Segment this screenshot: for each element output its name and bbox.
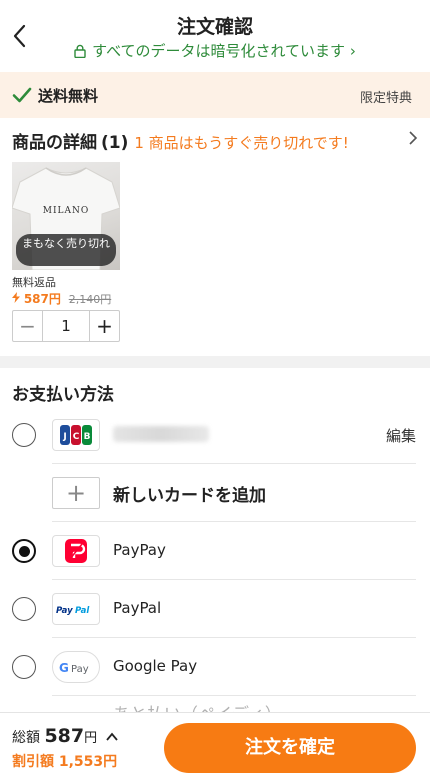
order-total[interactable]: 総額 587円 (12, 725, 118, 747)
add-new-card-label: 新しいカードを追加 (113, 486, 266, 506)
checkout-bar: 総額 587円 割引額 1,553円 注文を確定 (0, 712, 430, 782)
free-shipping-bar: 送料無料 限定特典 (0, 72, 430, 118)
paypay-label: PayPay (113, 541, 166, 559)
masked-card-number (113, 426, 209, 442)
radio-button[interactable] (12, 423, 36, 447)
radio-button-selected[interactable] (12, 539, 36, 563)
quantity-stepper: − 1 + (12, 310, 120, 342)
increase-quantity-button[interactable]: + (89, 311, 119, 341)
page-title: 注文確認 (176, 16, 253, 38)
product-image[interactable]: MILANO まもなく売り切れ (12, 162, 120, 270)
payment-option-google-pay[interactable]: G Pay Google Pay (0, 638, 430, 696)
svg-text:Pal: Pal (75, 606, 90, 616)
original-price: 2,140円 (68, 293, 112, 306)
free-return-label: 無料返品 (12, 276, 56, 289)
lock-icon (74, 44, 86, 58)
section-divider (0, 356, 430, 368)
chevron-right-icon (408, 130, 418, 151)
total-unit: 円 (84, 731, 98, 746)
edit-card-button[interactable]: 編集 (386, 425, 416, 446)
add-new-card-row[interactable]: + 新しいカードを追加 (0, 464, 430, 522)
svg-text:Pay: Pay (56, 606, 73, 616)
payment-option-paypay[interactable]: PayPay (0, 522, 430, 580)
decrease-quantity-button[interactable]: − (13, 311, 43, 341)
check-icon (12, 87, 32, 103)
free-shipping-label: 送料無料 (38, 87, 99, 105)
svg-text:J: J (62, 432, 66, 442)
discount-amount: 割引額 1,553円 (12, 751, 117, 771)
paypal-logo: Pay Pal (52, 593, 100, 625)
radio-button[interactable] (12, 655, 36, 679)
header: 注文確認 すべてのデータは暗号化されています › (0, 0, 430, 72)
security-text: すべてのデータは暗号化されています (92, 42, 346, 60)
paypay-logo (52, 535, 100, 567)
product-details-header[interactable]: 商品の詳細 (1) 1 商品はもうすぐ売り切れです! (12, 128, 418, 153)
svg-text:G: G (59, 661, 69, 675)
google-pay-label: Google Pay (113, 657, 198, 675)
discount-value: 1,553円 (58, 754, 118, 770)
total-label: 総額 (12, 730, 40, 746)
row-divider (52, 695, 416, 696)
google-pay-logo: G Pay (52, 651, 100, 683)
chevron-up-icon (105, 730, 118, 746)
shirt-brand-text: MILANO (42, 206, 90, 216)
quantity-value[interactable]: 1 (43, 311, 89, 341)
lightning-icon (12, 292, 20, 306)
plus-icon: + (52, 477, 100, 509)
limited-perk-label: 限定特典 (359, 91, 412, 106)
security-notice[interactable]: すべてのデータは暗号化されています › (0, 40, 430, 61)
radio-button[interactable] (12, 597, 36, 621)
svg-text:Pay: Pay (71, 664, 89, 675)
discount-label: 割引額 (12, 754, 54, 770)
product-details-title: 商品の詳細 (12, 133, 97, 153)
jcb-logo: J C B (52, 419, 100, 451)
paypal-label: PayPal (113, 599, 162, 617)
product-count: (1) (101, 133, 129, 153)
payment-option-jcb[interactable]: J C B 編集 (0, 406, 430, 464)
total-amount: 587 (44, 725, 85, 747)
svg-text:B: B (84, 432, 91, 442)
price-row: 587円 2,140円 (12, 290, 111, 307)
chevron-right-icon: › (349, 42, 356, 60)
confirm-order-button[interactable]: 注文を確定 (164, 723, 416, 773)
sellout-warning: 1 商品はもうすぐ売り切れです! (134, 134, 349, 152)
payment-method-title: お支払い方法 (12, 385, 114, 405)
svg-text:C: C (73, 432, 80, 442)
sellout-overlay-badge: まもなく売り切れ (16, 234, 116, 266)
payment-option-paypal[interactable]: Pay Pal PayPal (0, 580, 430, 638)
current-price: 587円 (23, 292, 61, 306)
